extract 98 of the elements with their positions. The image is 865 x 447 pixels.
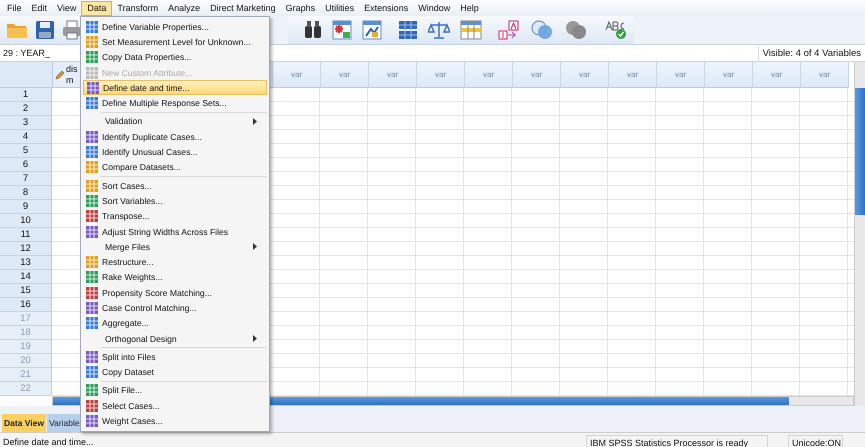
row-header[interactable]: 4 [0, 130, 52, 144]
row-header[interactable]: 12 [0, 242, 52, 256]
menu-item[interactable]: Propensity Score Matching... [83, 285, 267, 300]
menu-item[interactable]: Define date and time... [83, 80, 267, 96]
column-name: dis [66, 64, 78, 74]
menu-item[interactable]: Adjust String Widths Across Files [83, 224, 267, 240]
menu-item[interactable]: Transpose... [83, 208, 267, 224]
table-icon [86, 36, 98, 48]
menu-item[interactable]: Aggregate... [83, 316, 267, 331]
submenu-arrow-icon [253, 118, 257, 125]
table-icon [86, 286, 98, 299]
table-icon [86, 66, 98, 79]
menu-item[interactable]: Analyze [163, 0, 206, 16]
menu-item[interactable]: Define Variable Properties... [83, 19, 267, 34]
row-header[interactable]: 13 [0, 256, 52, 270]
table-icon [86, 302, 98, 314]
menu-item[interactable]: Data [81, 0, 112, 16]
status-message: Define date and time... [2, 436, 95, 447]
menu-item[interactable]: File [2, 0, 27, 16]
menu-item[interactable]: Identify Unusual Cases... [83, 144, 267, 160]
menu-item[interactable]: Window [413, 0, 456, 16]
unicode-status: Unicode:ON [788, 434, 843, 447]
save-icon[interactable] [35, 20, 55, 40]
table-icon [86, 226, 98, 238]
table-icon [86, 161, 98, 174]
print-icon[interactable] [62, 20, 82, 40]
row-header[interactable]: 14 [0, 270, 52, 284]
table-icon [86, 51, 98, 64]
visible-variables-count: Visible: 4 of 4 Variables [758, 46, 865, 60]
row-header[interactable]: 11 [0, 228, 52, 242]
table-icon [86, 194, 98, 207]
binoculars-icon[interactable] [304, 20, 322, 40]
submenu-arrow-icon [253, 243, 257, 250]
menu-item[interactable]: Orthogonal Design [83, 330, 267, 346]
menu-item[interactable]: Case Control Matching... [83, 300, 267, 316]
row-header[interactable]: 7 [0, 172, 52, 186]
menu-item[interactable]: Transform [112, 0, 164, 16]
processor-status: IBM SPSS Statistics Processor is ready [586, 434, 768, 447]
menu-item[interactable]: Help [455, 0, 484, 16]
view-tab[interactable]: Variable [47, 414, 82, 432]
menu-item[interactable]: Define Multiple Response Sets... [83, 95, 267, 111]
circles-icon[interactable] [530, 20, 554, 40]
table-icon [86, 180, 98, 192]
menu-item[interactable]: Set Measurement Level for Unknown... [83, 34, 267, 50]
menu-item[interactable]: Edit [26, 0, 52, 16]
spell-check-icon[interactable] [604, 20, 628, 40]
row-header[interactable]: 3 [0, 116, 52, 130]
table-icon [86, 400, 98, 412]
table-icon [86, 317, 98, 330]
menu-item[interactable]: View [52, 0, 82, 16]
table-icon [86, 97, 98, 110]
menu-item[interactable]: Graphs [280, 0, 320, 16]
menu-item[interactable]: Rake Weights... [83, 270, 267, 286]
menu-item[interactable]: Weight Cases... [83, 413, 267, 429]
pencil-icon [55, 70, 65, 80]
table-icon [86, 256, 98, 268]
circles-icon[interactable] [564, 20, 588, 40]
submenu-arrow-icon [253, 335, 257, 342]
table-icon [86, 271, 98, 284]
row-header[interactable]: 9 [0, 200, 52, 214]
menu-item[interactable]: Extensions [359, 0, 414, 16]
menu-item[interactable]: Direct Marketing [205, 0, 281, 16]
table-icon [86, 384, 98, 396]
menu-item[interactable]: Merge Files [83, 239, 267, 254]
table-icon [87, 82, 99, 94]
menu-item[interactable]: Select Cases... [83, 398, 267, 414]
menu-item[interactable]: Restructure... [83, 254, 267, 270]
menu-item[interactable]: Copy Data Properties... [83, 50, 267, 65]
menu-item[interactable]: Utilities [320, 0, 360, 16]
row-header[interactable]: 1 [0, 88, 52, 102]
row-header[interactable]: 15 [0, 284, 52, 298]
scrollbar-thumb[interactable] [855, 88, 865, 216]
vertical-scrollbar[interactable] [854, 62, 865, 406]
row-header[interactable]: 8 [0, 186, 52, 200]
menu-item[interactable]: Compare Datasets... [83, 160, 267, 175]
row-header[interactable]: 2 [0, 102, 52, 116]
scales-icon[interactable] [428, 20, 450, 40]
table-icon [86, 210, 98, 222]
row-header[interactable]: 6 [0, 158, 52, 172]
table-icon [86, 20, 98, 33]
table-icon [86, 130, 98, 143]
menu-item[interactable]: Validation [83, 114, 267, 130]
menu-item[interactable]: Sort Variables... [83, 193, 267, 209]
column-name: m [66, 74, 74, 86]
row-header[interactable]: 10 [0, 214, 52, 228]
table-icon [86, 350, 98, 363]
menu-item[interactable]: Identify Duplicate Cases... [83, 129, 267, 144]
table-icon [86, 366, 98, 378]
table-icon [86, 415, 98, 428]
cell-reference: 29 : YEAR_ [2, 48, 50, 58]
row-header[interactable]: 16 [0, 298, 52, 312]
menu-item[interactable]: Sort Cases... [83, 178, 267, 194]
menu-item[interactable]: Split File... [83, 382, 267, 398]
table-icon [86, 146, 98, 158]
menu-item[interactable]: Split into Files [83, 349, 267, 365]
row-header[interactable]: 5 [0, 144, 52, 158]
view-tab[interactable]: Data View [2, 414, 46, 432]
menu-item[interactable]: Copy Dataset [83, 364, 267, 380]
